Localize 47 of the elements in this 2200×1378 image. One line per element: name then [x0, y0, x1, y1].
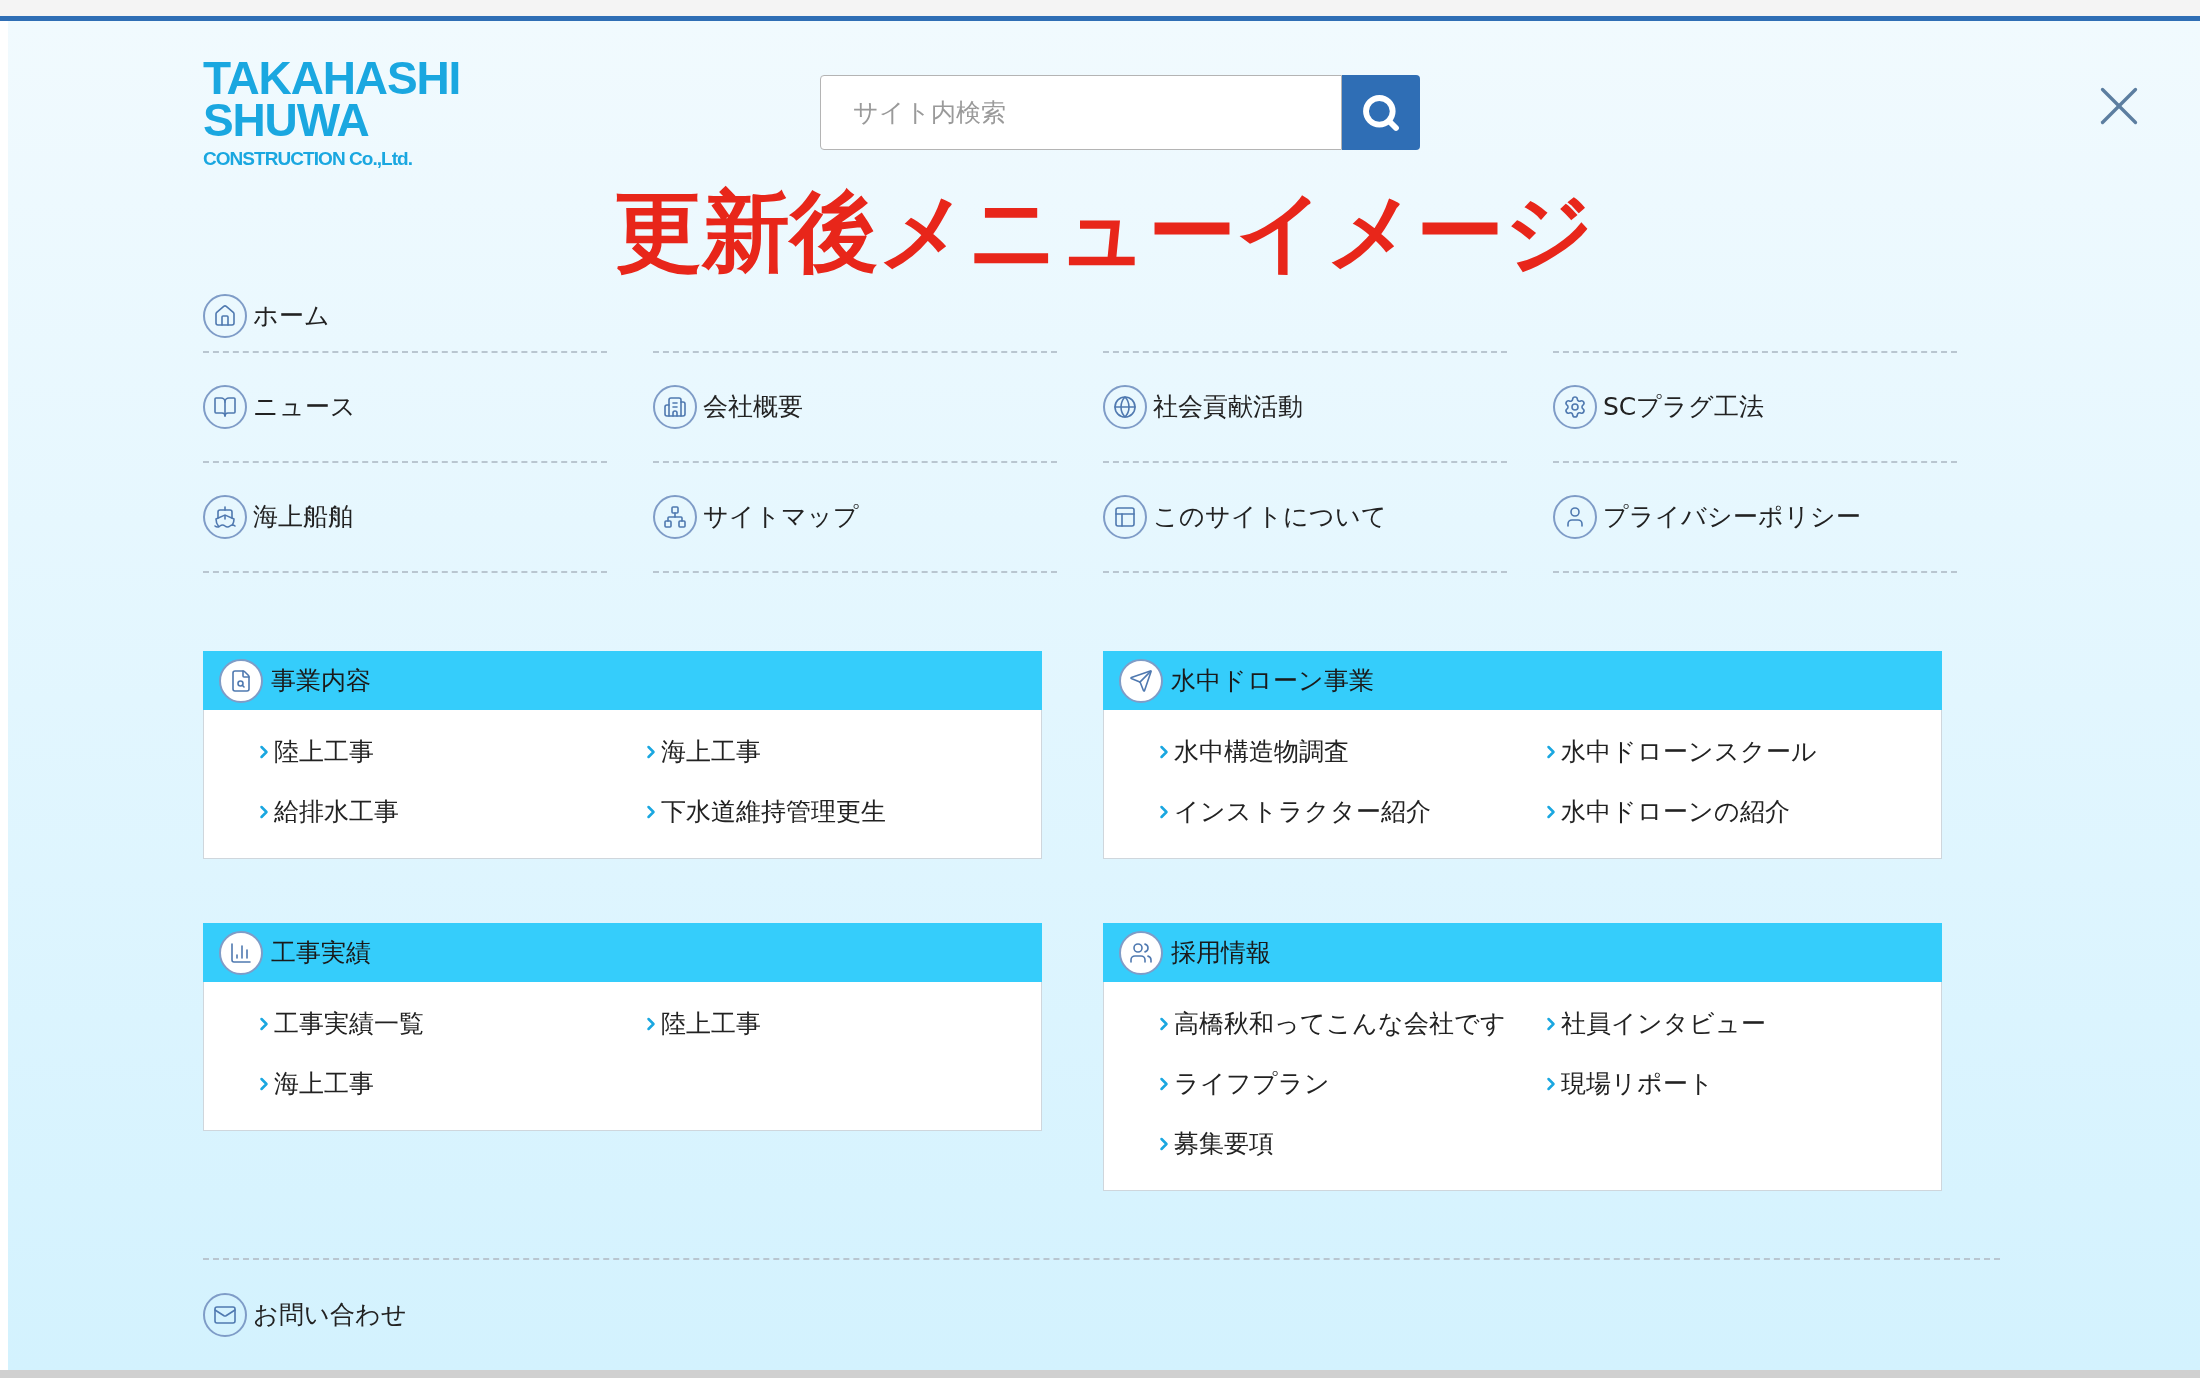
search-icon — [1361, 92, 1401, 133]
card-title: 水中ドローン事業 — [1171, 664, 1374, 697]
ship-icon — [203, 495, 247, 539]
menu-link[interactable]: 陸上工事 — [641, 994, 1041, 1054]
menu-link[interactable]: 募集要項 — [1154, 1114, 1541, 1174]
gear-icon — [1553, 385, 1597, 429]
window-icon — [1103, 495, 1147, 539]
menu-link[interactable]: 現場リポート — [1541, 1054, 1941, 1114]
menu-link[interactable]: 陸上工事 — [254, 722, 641, 782]
menu-link[interactable]: 社員インタビュー — [1541, 994, 1941, 1054]
mail-icon — [203, 1293, 247, 1337]
menu-link[interactable]: 給排水工事 — [254, 782, 641, 842]
bar-chart-icon — [219, 930, 263, 975]
nav-link[interactable]: 海上船舶 — [203, 495, 353, 539]
globe-icon — [1103, 385, 1147, 429]
nav-link[interactable]: ホーム — [203, 294, 330, 338]
menu-link[interactable]: 水中構造物調査 — [1154, 722, 1541, 782]
menu-link[interactable]: 水中ドローンの紹介 — [1541, 782, 1941, 842]
menu-link[interactable]: 下水道維持管理更生 — [641, 782, 1041, 842]
nav-link[interactable]: 社会貢献活動 — [1103, 385, 1303, 429]
home-icon — [203, 294, 247, 338]
people-icon — [1119, 930, 1163, 975]
person-icon — [1553, 495, 1597, 539]
nav-link[interactable]: 会社概要 — [653, 385, 803, 429]
nav-link[interactable]: ニュース — [203, 385, 356, 429]
nav-link[interactable]: プライバシーポリシー — [1553, 495, 1861, 539]
building-icon — [653, 385, 697, 429]
nav-link[interactable]: お問い合わせ — [203, 1293, 407, 1337]
card-title: 工事実績 — [271, 936, 371, 969]
book-icon — [203, 385, 247, 429]
card-title: 事業内容 — [271, 664, 371, 697]
search-field[interactable]: サイト内検索 — [820, 75, 1342, 150]
menu-link[interactable]: インストラクター紹介 — [1154, 782, 1541, 842]
nav-link[interactable]: サイトマップ — [653, 495, 859, 539]
menu-link[interactable]: ライフプラン — [1154, 1054, 1541, 1114]
nav-link[interactable]: このサイトについて — [1103, 495, 1387, 539]
nav-link[interactable]: SCプラグ工法 — [1553, 385, 1765, 429]
banner-title: 更新後メニューイメージ — [614, 188, 1594, 276]
search-button[interactable] — [1342, 75, 1420, 150]
menu-link[interactable]: 高橋秋和ってこんな会社です — [1154, 994, 1541, 1054]
menu-link[interactable]: 海上工事 — [254, 1054, 641, 1114]
menu-link[interactable]: 工事実績一覧 — [254, 994, 641, 1054]
menu-link[interactable]: 海上工事 — [641, 722, 1041, 782]
menu-link[interactable]: 水中ドローンスクール — [1541, 722, 1941, 782]
document-search-icon — [219, 658, 263, 703]
sitemap-icon — [653, 495, 697, 539]
card-title: 採用情報 — [1171, 936, 1271, 969]
